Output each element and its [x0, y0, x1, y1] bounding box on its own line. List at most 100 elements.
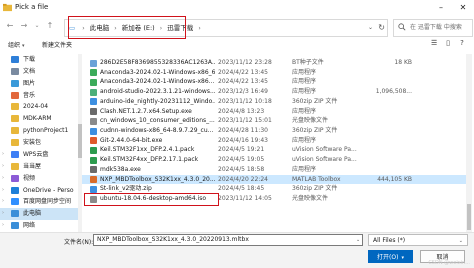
- sidebar-item-label: 此电脑: [23, 210, 42, 218]
- onedrive-icon: [11, 186, 19, 194]
- expand-chevron-icon[interactable]: ›: [2, 208, 4, 220]
- help-icon[interactable]: ?: [456, 39, 468, 47]
- file-date: 2024/4/8 13:23: [218, 107, 265, 115]
- file-row[interactable]: Clash.NET.1.2.7.x64.Setup.exe 2024/4/8 13…: [82, 107, 466, 117]
- sidebar-item[interactable]: pythonProject1: [0, 125, 78, 137]
- git-exe-icon: [90, 137, 97, 145]
- watermark: CSDN @weixin...: [428, 260, 470, 266]
- sidebar-item[interactable]: 图片: [0, 78, 78, 90]
- new-folder-button[interactable]: 新建文件夹: [42, 40, 72, 49]
- file-size: 444,105 KB: [377, 175, 412, 183]
- sidebar-item[interactable]: › 此电脑: [0, 208, 78, 220]
- address-dropdown-icon[interactable]: ⌄: [368, 20, 373, 36]
- file-date: 2024/4/16 19:43: [218, 136, 268, 144]
- expand-chevron-icon[interactable]: ›: [2, 161, 4, 173]
- file-row[interactable]: 286D2E58F8369855328336AC1263A... 2023/11/…: [82, 58, 466, 68]
- expand-chevron-icon[interactable]: ›: [2, 196, 4, 208]
- file-row[interactable]: Keil.STM32F1xx_DFP.2.4.1.pack 2024/4/5 19…: [82, 145, 466, 155]
- up-arrow-icon[interactable]: ↑: [44, 20, 56, 32]
- file-row[interactable]: arduino-ide_nightly-20231112_Windo... 202…: [82, 97, 466, 107]
- expand-chevron-icon[interactable]: ›: [2, 149, 4, 161]
- filename-dropdown-icon[interactable]: ⌄: [356, 237, 360, 243]
- file-type: 应用程序: [292, 136, 317, 144]
- file-type: 360zip ZIP 文件: [292, 185, 338, 193]
- wps-cloud-icon: [11, 150, 19, 158]
- title-bar: Pick a file – ✕: [0, 0, 474, 16]
- file-name: android-studio-2022.3.1.21-windows...: [100, 88, 215, 96]
- scrollbar-thumb[interactable]: [467, 204, 471, 230]
- file-row[interactable]: cudnn-windows-x86_64-8.9.7.29_cu... 2024/…: [82, 126, 466, 136]
- file-row[interactable]: mdk538a.exe 2024/4/5 18:58 应用程序: [82, 165, 466, 175]
- sidebar-item-label: MDK-ARM: [23, 115, 52, 123]
- search-placeholder: 在 迅雷下载 中搜索: [410, 24, 462, 31]
- dropdown-icon: ▾: [22, 43, 25, 49]
- file-name: Anaconda3-2024.02-1-Windows-x86...: [100, 78, 215, 86]
- file-type-filter[interactable]: All Files (*) ⌄: [368, 234, 468, 246]
- file-date: 2024/4/5 18:45: [218, 185, 265, 193]
- file-row[interactable]: Anaconda3-2024.02-1-Windows-x86... 2024/4…: [82, 77, 466, 87]
- file-row[interactable]: cn_windows_10_consumer_editions_... 2023/…: [82, 116, 466, 126]
- expand-chevron-icon[interactable]: ›: [2, 220, 4, 232]
- open-button[interactable]: 打开(O) ▾: [368, 250, 413, 263]
- back-arrow-icon[interactable]: ←: [4, 20, 16, 32]
- view-options-icon[interactable]: ☰: [428, 39, 440, 47]
- folder-icon: [11, 162, 19, 170]
- file-type: 应用程序: [292, 78, 317, 86]
- file-type: 360zip ZIP 文件: [292, 97, 338, 105]
- file-row[interactable]: NXP_MBDToolbox_S32K1xx_4.3.0_20... 2024/4…: [82, 174, 466, 185]
- minimize-icon[interactable]: –: [430, 0, 452, 16]
- download-folder-icon: [11, 56, 19, 63]
- file-row[interactable]: Keil.STM32F4xx_DFP.2.17.1.pack 2024/4/5 1…: [82, 155, 466, 165]
- file-name: mdk538a.exe: [100, 165, 141, 173]
- sidebar-item[interactable]: MDK-ARM: [0, 113, 78, 125]
- highlight-box: [84, 193, 219, 206]
- file-name: arduino-ide_nightly-20231112_Windo...: [100, 97, 215, 105]
- file-date: 2024/4/28 11:30: [218, 127, 268, 135]
- breadcrumb-separator-icon[interactable]: ›: [198, 21, 200, 37]
- forward-arrow-icon[interactable]: →: [18, 20, 30, 32]
- sidebar-item[interactable]: › 当当屋: [0, 161, 78, 173]
- file-date: 2023/11/12 10:18: [218, 97, 272, 105]
- file-date: 2024/4/20 22:24: [218, 175, 268, 183]
- history-chevron-icon[interactable]: ⌄: [31, 20, 43, 32]
- sidebar-item[interactable]: 音乐: [0, 90, 78, 102]
- sidebar-item-label: 网络: [23, 222, 36, 230]
- folder-icon: [11, 103, 19, 111]
- file-date: 2023/11/12 14:05: [218, 195, 272, 203]
- zip-file-icon: [90, 98, 97, 106]
- sidebar-item[interactable]: › 百度网盘同步空间: [0, 196, 78, 208]
- matlab-toolbox-icon: [90, 176, 97, 184]
- file-type: MATLAB Toolbox: [292, 175, 341, 183]
- file-row[interactable]: Git-2.44.0-64-bit.exe 2024/4/16 19:43 应用程序: [82, 136, 466, 146]
- sidebar-item-label: pythonProject1: [23, 127, 69, 135]
- sidebar-item-label: 下载: [23, 56, 36, 63]
- file-type: 360zip ZIP 文件: [292, 127, 338, 135]
- sidebar-item[interactable]: › WPS云盘: [0, 149, 78, 161]
- close-icon[interactable]: ✕: [452, 0, 474, 16]
- dialog-footer: 文件名(N): ⌄ All Files (*) ⌄ 打开(O)▾ 取消 CSDN…: [0, 232, 474, 268]
- sidebar-item[interactable]: 下载: [0, 54, 78, 66]
- file-row[interactable]: android-studio-2022.3.1.21-windows... 202…: [82, 87, 466, 97]
- file-row[interactable]: Anaconda3-2024.02-1-Windows-x86_64.exe20…: [82, 68, 466, 78]
- sidebar-item[interactable]: 文档: [0, 66, 78, 78]
- file-date: 2024/4/5 19:05: [218, 156, 265, 164]
- sidebar-item[interactable]: › 视频: [0, 173, 78, 185]
- file-list-scrollbar[interactable]: [466, 54, 472, 232]
- file-date: 2023/12/3 16:49: [218, 88, 268, 96]
- file-type: 应用程序: [292, 88, 317, 96]
- file-name: cn_windows_10_consumer_editions_...: [100, 117, 215, 125]
- expand-chevron-icon[interactable]: ›: [2, 185, 4, 197]
- sidebar-item[interactable]: › 网络: [0, 220, 78, 232]
- organize-button[interactable]: 组织 ▾: [8, 40, 25, 49]
- search-box[interactable]: 在 迅雷下载 中搜索: [393, 19, 473, 37]
- file-type: 光盘映像文件: [292, 117, 329, 125]
- filename-input[interactable]: [93, 234, 363, 246]
- sidebar-item[interactable]: › OneDrive - Perso: [0, 185, 78, 197]
- open-label: 打开(O): [377, 254, 399, 261]
- refresh-icon[interactable]: ↻: [378, 20, 385, 36]
- preview-pane-icon[interactable]: ▯: [442, 39, 454, 47]
- sidebar-item[interactable]: 安装包: [0, 137, 78, 149]
- sidebar-item[interactable]: 2024-04: [0, 101, 78, 113]
- expand-chevron-icon[interactable]: ›: [2, 173, 4, 185]
- file-type: 应用程序: [292, 68, 317, 76]
